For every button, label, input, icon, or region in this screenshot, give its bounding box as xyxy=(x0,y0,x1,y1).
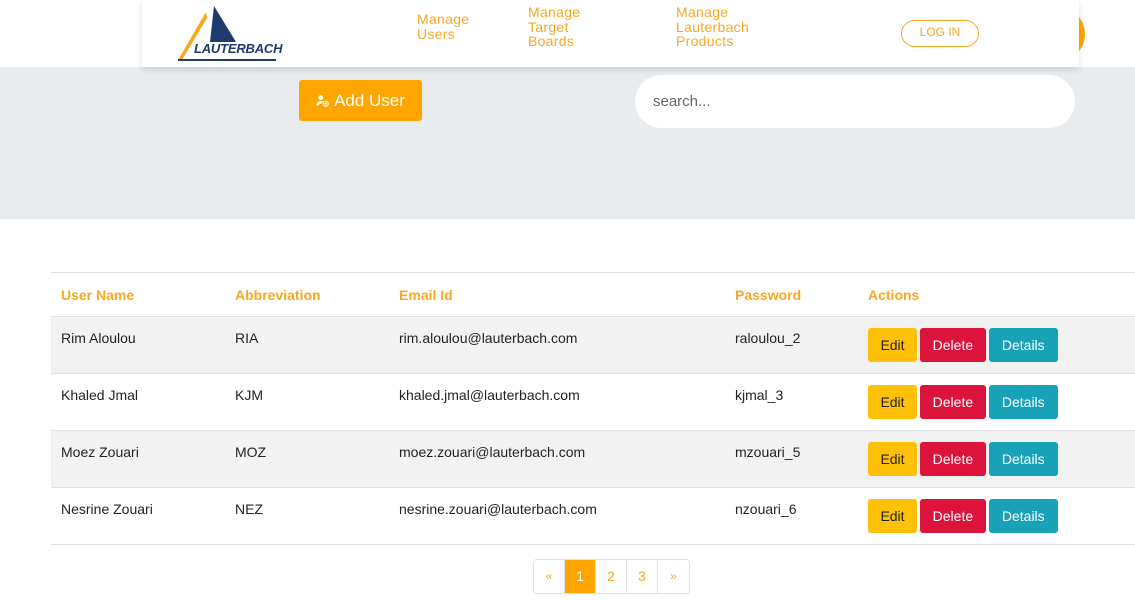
cell-actions: Edit Delete Details xyxy=(858,374,1135,431)
cell-actions: Edit Delete Details xyxy=(858,431,1135,488)
nav-manage-products[interactable]: Manage Lauterbach Products xyxy=(676,5,776,49)
header-password[interactable]: Password xyxy=(725,273,858,317)
header-actions: Actions xyxy=(868,286,920,303)
pagination-page-1[interactable]: 1 xyxy=(565,560,596,593)
cell-abbreviation: RIA xyxy=(235,330,259,346)
delete-button[interactable]: Delete xyxy=(919,442,986,476)
cell-user-name: Nesrine Zouari xyxy=(61,501,153,517)
cell-password: kjmal_3 xyxy=(735,387,784,403)
edit-button[interactable]: Edit xyxy=(868,442,917,476)
edit-button[interactable]: Edit xyxy=(868,499,917,533)
cell-email: moez.zouari@lauterbach.com xyxy=(399,444,586,460)
add-user-icon xyxy=(316,95,329,107)
nav-manage-target-boards[interactable]: Manage Target Boards xyxy=(528,5,598,49)
cell-abbreviation: KJM xyxy=(235,387,263,403)
cell-password: mzouari_5 xyxy=(735,444,801,460)
delete-button[interactable]: Delete xyxy=(919,499,986,533)
cell-user-name: Moez Zouari xyxy=(61,444,139,460)
table-header-row: User Name Abbreviation Email Id Password… xyxy=(51,272,1135,317)
cell-email: khaled.jmal@lauterbach.com xyxy=(399,387,580,403)
header-user-name[interactable]: User Name xyxy=(51,273,225,317)
add-user-button[interactable]: Add User xyxy=(299,80,422,121)
search-input[interactable] xyxy=(653,75,1023,128)
pagination-prev[interactable]: « xyxy=(534,560,565,593)
table-row: Rim Aloulou RIA rim.aloulou@lauterbach.c… xyxy=(51,316,1135,374)
users-table-container: User Name Abbreviation Email Id Password… xyxy=(51,272,1135,545)
cell-abbreviation: MOZ xyxy=(235,444,267,460)
details-button[interactable]: Details xyxy=(988,499,1058,533)
pagination: « 1 2 3 » xyxy=(533,559,690,594)
cell-email: rim.aloulou@lauterbach.com xyxy=(399,330,578,346)
pagination-next[interactable]: » xyxy=(658,560,689,593)
details-button[interactable]: Details xyxy=(988,385,1058,419)
logo-text: LAUTERBACH xyxy=(194,41,283,56)
cell-abbreviation: NEZ xyxy=(235,501,263,517)
edit-button[interactable]: Edit xyxy=(868,385,917,419)
header-abbreviation[interactable]: Abbreviation xyxy=(225,273,389,317)
delete-button[interactable]: Delete xyxy=(919,385,986,419)
edit-button[interactable]: Edit xyxy=(868,328,917,362)
delete-button[interactable]: Delete xyxy=(919,328,986,362)
cell-user-name: Khaled Jmal xyxy=(61,387,139,403)
table-row: Khaled Jmal KJM khaled.jmal@lauterbach.c… xyxy=(51,373,1135,431)
top-navbar: LAUTERBACH Manage Users Manage Target Bo… xyxy=(142,0,1079,67)
header-email[interactable]: Email Id xyxy=(389,273,725,317)
add-user-label: Add User xyxy=(334,90,405,110)
toolbar-area: Add User xyxy=(0,67,1135,219)
cell-user-name: Rim Aloulou xyxy=(61,330,136,346)
cell-password: raloulou_2 xyxy=(735,330,801,346)
details-button[interactable]: Details xyxy=(988,442,1058,476)
table-row: Nesrine Zouari NEZ nesrine.zouari@lauter… xyxy=(51,487,1135,545)
cell-password: nzouari_6 xyxy=(735,501,797,517)
cell-actions: Edit Delete Details xyxy=(858,488,1135,545)
pagination-page-2[interactable]: 2 xyxy=(596,560,627,593)
users-table: User Name Abbreviation Email Id Password… xyxy=(51,272,1135,545)
pagination-page-3[interactable]: 3 xyxy=(627,560,658,593)
search-box xyxy=(635,75,1075,128)
login-button[interactable]: LOG IN xyxy=(901,20,979,47)
lauterbach-logo[interactable]: LAUTERBACH xyxy=(176,4,286,62)
table-row: Moez Zouari MOZ moez.zouari@lauterbach.c… xyxy=(51,430,1135,488)
nav-manage-users[interactable]: Manage Users xyxy=(417,12,487,41)
details-button[interactable]: Details xyxy=(988,328,1058,362)
cell-actions: Edit Delete Details xyxy=(858,317,1135,374)
cell-email: nesrine.zouari@lauterbach.com xyxy=(399,501,597,517)
